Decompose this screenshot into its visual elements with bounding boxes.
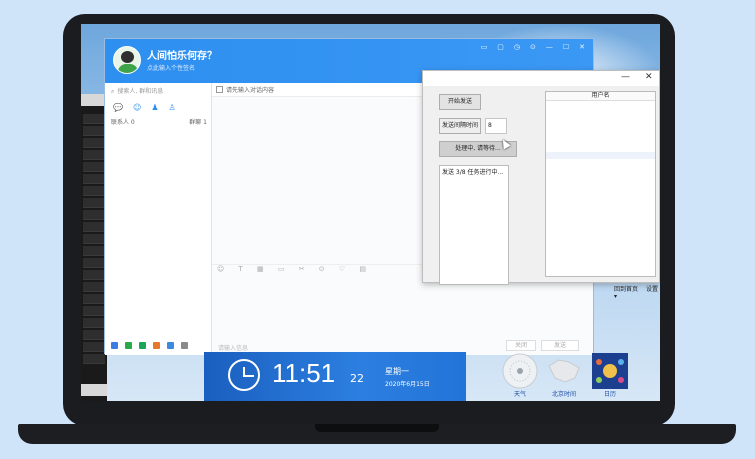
minimize-icon[interactable]: —	[621, 72, 630, 82]
folder-icon[interactable]	[139, 342, 146, 349]
emoji-tab-icon[interactable]: ☺	[133, 103, 141, 112]
interval-label: 发送间隔时间	[439, 118, 481, 134]
contacts-count[interactable]: 联系人 0	[111, 117, 135, 126]
background-line	[83, 126, 105, 136]
interval-input[interactable]: 8	[485, 118, 507, 134]
log-textarea[interactable]: 发送 3/8 任务进行中...	[439, 165, 509, 285]
close-icon[interactable]: ✕	[645, 72, 653, 82]
search-input[interactable]: ⌕ 搜索人, 群和讯息	[111, 86, 207, 98]
user-list-header: 用户名	[546, 92, 655, 101]
close-button[interactable]: 关闭	[506, 340, 536, 351]
desktop-scene: 人间怕乐何存？ 点此输入个性签名 ▭ ▢ ◷ ⊙ — ☐ ✕ ⌕ 搜索人, 群和讯…	[0, 0, 755, 459]
message-input[interactable]: 请输入信息	[218, 343, 248, 352]
background-line	[83, 234, 105, 244]
more-icon[interactable]	[181, 342, 188, 349]
analog-clock-icon	[228, 359, 260, 391]
dandelion-icon[interactable]	[501, 352, 539, 390]
background-line	[83, 198, 105, 208]
minimize-icon[interactable]: —	[546, 43, 553, 51]
background-line	[83, 222, 105, 232]
background-line	[83, 282, 105, 292]
clock-seconds: 22	[350, 372, 364, 385]
clock-date: 2020年6月15日	[385, 381, 430, 388]
background-line	[83, 330, 105, 340]
clock-icon[interactable]: ◷	[514, 43, 520, 51]
start-button[interactable]: 开始发送	[439, 94, 481, 110]
chat-tag-label: 请先输入对话内容	[226, 87, 275, 94]
profile-name[interactable]: 人间怕乐何存？	[147, 47, 217, 62]
tool-window: — ✕ 开始发送 发送间隔时间 8 处理中, 请等待... 发送 3/8 任务进…	[422, 70, 660, 285]
checkbox-icon[interactable]	[216, 86, 223, 93]
chat-tag: 请先输入对话内容	[216, 85, 274, 94]
app-icon[interactable]	[125, 342, 132, 349]
screen: 人间怕乐何存？ 点此输入个性签名 ▭ ▢ ◷ ⊙ — ☐ ✕ ⌕ 搜索人, 群和讯…	[81, 24, 660, 401]
calendar-icon[interactable]	[591, 352, 629, 390]
game-icon[interactable]	[153, 342, 160, 349]
selected-row[interactable]	[546, 152, 655, 159]
contact-tab-icon[interactable]: ♟	[151, 103, 158, 112]
close-icon[interactable]: ✕	[579, 43, 585, 51]
background-line	[83, 246, 105, 256]
background-line	[83, 270, 105, 280]
settings-icon[interactable]: ⊙	[530, 43, 536, 51]
contact-counts: 联系人 0 群聊 1	[111, 117, 207, 126]
background-line	[83, 294, 105, 304]
icon-label-weather[interactable]: 天气	[497, 389, 543, 398]
background-line	[83, 342, 105, 352]
background-line	[83, 210, 105, 220]
send-button[interactable]: 发送	[541, 340, 579, 351]
background-line	[83, 354, 105, 364]
background-line	[83, 186, 105, 196]
background-line	[83, 258, 105, 268]
background-line	[83, 174, 105, 184]
background-line	[83, 306, 105, 316]
frame-icon[interactable]: ▢	[497, 43, 504, 51]
background-line	[83, 138, 105, 148]
avatar[interactable]	[113, 46, 141, 74]
background-line	[83, 150, 105, 160]
contacts-panel: ⌕ 搜索人, 群和讯息 💬 ☺ ♟ ♙ 联系人 0 群聊 1	[105, 83, 212, 355]
background-line	[83, 162, 105, 172]
maximize-icon[interactable]: ☐	[563, 43, 569, 51]
user-list[interactable]: 用户名	[545, 91, 656, 277]
map-icon[interactable]	[545, 352, 583, 390]
laptop-notch	[315, 424, 439, 432]
search-icon: ⌕	[111, 88, 115, 95]
window-controls: ▭ ▢ ◷ ⊙ — ☐ ✕	[481, 43, 585, 51]
home-link[interactable]: 回到首页	[614, 286, 638, 293]
icon-label-beijing-time[interactable]: 北京时间	[541, 389, 587, 398]
clock-widget: 11:51 22 星期一 2020年6月15日	[204, 352, 466, 401]
background-line	[83, 114, 105, 124]
screen-icon[interactable]: ▭	[481, 43, 488, 51]
mail-icon[interactable]	[167, 342, 174, 349]
page-links: 回到首页 设置 ▾	[614, 284, 660, 300]
groups-count[interactable]: 群聊 1	[189, 117, 207, 126]
background-window-tabbar	[81, 384, 107, 396]
search-placeholder: 搜索人, 群和讯息	[117, 88, 164, 95]
app-shortcuts	[111, 342, 188, 349]
profile-signature[interactable]: 点此输入个性签名	[147, 63, 195, 72]
icon-label-calendar[interactable]: 日历	[587, 389, 633, 398]
clock-time: 11:51	[272, 358, 336, 388]
contact-tabs: 💬 ☺ ♟ ♙	[113, 103, 176, 112]
group-tab-icon[interactable]: ♙	[168, 103, 175, 112]
clock-weekday: 星期一	[385, 367, 409, 376]
menu-icon[interactable]	[111, 342, 118, 349]
tool-titlebar: — ✕	[423, 71, 659, 86]
background-line	[83, 318, 105, 328]
message-tab-icon[interactable]: 💬	[113, 103, 123, 112]
